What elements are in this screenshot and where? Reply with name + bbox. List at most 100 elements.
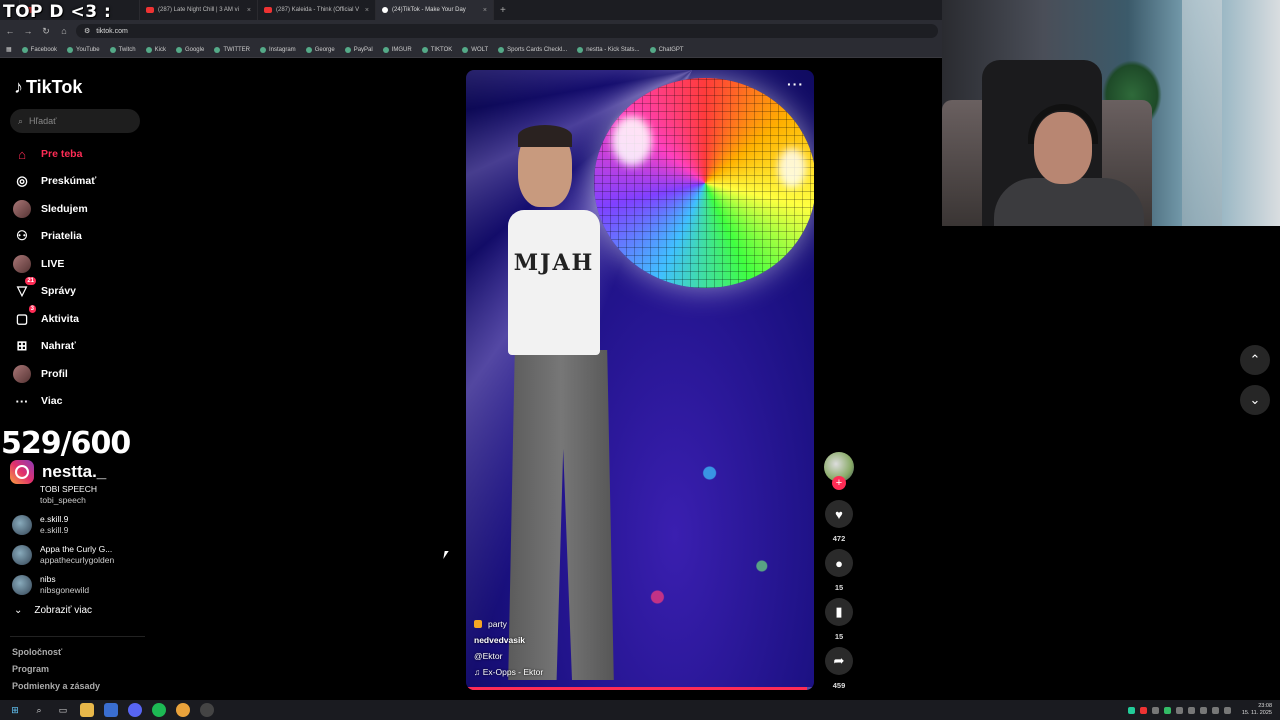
more-options-icon[interactable]: ··· (787, 76, 804, 92)
spotify-icon[interactable] (152, 703, 166, 717)
bookmark-label: TWITTER (223, 46, 250, 53)
footer-link[interactable]: Program (12, 664, 49, 674)
windows-start-icon[interactable]: ⊞ (8, 703, 22, 717)
url-field[interactable]: ⚙ tiktok.com (76, 24, 938, 38)
bookmarks-bar: ▦ Facebook YouTube Twitch Kick Google TWITTER… (0, 42, 942, 58)
activity-badge: 3 (28, 305, 36, 313)
screen: (287) Late Night Chill | 3 AM vi × (287) … (0, 0, 1280, 720)
nav-spravy[interactable]: ▽ 21 Správy (12, 277, 76, 301)
bookmark-item[interactable]: TWITTER (214, 46, 250, 53)
apps-icon[interactable]: ▦ (6, 46, 12, 53)
follow-plus-icon[interactable]: + (832, 476, 846, 490)
account-handle: tobi_speech (40, 495, 86, 505)
nav-pre-teba[interactable]: ⌂ Pre teba (12, 144, 82, 164)
bookmark-item[interactable]: Kick (145, 46, 166, 53)
next-video-button[interactable]: ⌄ (1240, 385, 1270, 415)
browser-tab-bar: (287) Late Night Chill | 3 AM vi × (287) … (0, 0, 942, 20)
video-mention[interactable]: @Ektor (474, 648, 543, 664)
bookmark-item[interactable]: Sports Cards Checkl... (498, 46, 567, 53)
nav-aktivita[interactable]: ▢ 3 Aktivita (12, 305, 79, 329)
back-icon[interactable]: ← (4, 25, 16, 37)
nav-label: Preskúmať (41, 175, 97, 187)
forward-icon[interactable]: → (22, 25, 34, 37)
tray-icon[interactable] (1139, 706, 1147, 714)
nav-profil[interactable]: Profil (12, 364, 68, 384)
following-account[interactable]: e.skill.9 e.skill.9 (12, 514, 68, 536)
chrome-icon[interactable] (176, 703, 190, 717)
bookmark-item[interactable]: YouTube (67, 46, 100, 53)
previous-video-button[interactable]: ⌃ (1240, 345, 1270, 375)
wifi-icon[interactable] (1211, 706, 1219, 714)
tab-label: (24)TikTok - Make Your Day (392, 7, 466, 13)
close-icon[interactable]: × (247, 7, 251, 14)
tray-icon[interactable] (1163, 706, 1171, 714)
nav-viac[interactable]: ··· Viac (12, 391, 63, 411)
like-button[interactable]: ♥ (825, 500, 853, 528)
clock[interactable]: 23:08 15. 11. 2025 (1242, 703, 1272, 717)
share-icon: ➦ (833, 653, 845, 668)
home-icon[interactable]: ⌂ (58, 25, 70, 37)
tab-late-night-chill[interactable]: (287) Late Night Chill | 3 AM vi × (140, 0, 258, 20)
new-tab-icon[interactable]: + (494, 5, 512, 16)
nav-nahrat[interactable]: ⊞ Nahrať (12, 336, 76, 356)
tray-icon[interactable] (1175, 706, 1183, 714)
bookmark-item[interactable]: Instagram (260, 46, 296, 53)
tray-icon[interactable] (1199, 706, 1207, 714)
save-button[interactable]: ▮ (825, 598, 853, 626)
search-input[interactable]: ⌕ Hľadať (10, 109, 140, 133)
video-sound[interactable]: ♫ Ex-Opps - Ektor (474, 664, 543, 680)
file-explorer-icon[interactable] (80, 703, 94, 717)
nav-sledujem[interactable]: Sledujem (12, 199, 88, 219)
tiktok-logo[interactable]: ♪ TikTok (14, 77, 82, 98)
store-icon[interactable] (104, 703, 118, 717)
tab-tiktok[interactable]: (24)TikTok - Make Your Day × (376, 0, 494, 20)
volume-icon[interactable] (1223, 706, 1231, 714)
obs-icon[interactable] (200, 703, 214, 717)
discord-icon[interactable] (128, 703, 142, 717)
bookmark-item[interactable]: Facebook (21, 46, 57, 53)
bookmark-item[interactable]: PayPal (344, 46, 373, 53)
tray-icon[interactable] (1187, 706, 1195, 714)
bookmark-item[interactable]: WOLT (462, 46, 488, 53)
following-account[interactable]: TOBI SPEECH tobi_speech (12, 484, 97, 506)
nav-preskumat[interactable]: ◎ Preskúmať (12, 171, 96, 191)
video-player[interactable]: MJAH ··· party nedvedvasik @Ektor ♫ Ex-O… (466, 70, 814, 690)
tray-icon[interactable] (1127, 706, 1135, 714)
bookmark-item[interactable]: IMGUR (382, 46, 412, 53)
video-author[interactable]: nedvedvasik (474, 632, 543, 648)
close-icon[interactable]: × (483, 7, 487, 14)
nav-label: Sledujem (41, 203, 88, 215)
following-account[interactable]: nibs nibsgonewild (12, 574, 89, 596)
tray-icon[interactable] (1151, 706, 1159, 714)
bookmark-item[interactable]: Google (175, 46, 204, 53)
bookmark-item[interactable]: ChatGPT (649, 46, 684, 53)
more-icon: ··· (15, 393, 29, 409)
search-icon[interactable]: ⌕ (32, 703, 46, 717)
heart-icon: ♥ (835, 506, 843, 522)
compass-icon: ◎ (16, 173, 28, 188)
tag-label: party (488, 619, 507, 629)
share-button[interactable]: ➦ (825, 647, 853, 675)
bookmark-item[interactable]: TIKTOK (421, 46, 452, 53)
music-icon: ♫ (474, 667, 483, 677)
comment-button[interactable]: ● (825, 549, 853, 577)
reload-icon[interactable]: ↻ (40, 25, 52, 37)
footer-link[interactable]: Spoločnosť (12, 647, 62, 657)
bookmark-item[interactable]: Twitch (109, 46, 136, 53)
video-tag[interactable]: party (474, 616, 543, 632)
site-info-icon[interactable]: ⚙ (84, 27, 90, 35)
video-progress-bar[interactable] (466, 687, 814, 690)
nav-priatelia[interactable]: ⚇ Priatelia (12, 226, 82, 246)
bookmark-item[interactable]: nestta - Kick Stats... (577, 46, 640, 53)
task-view-icon[interactable]: ▭ (56, 703, 70, 717)
following-account[interactable]: Appa the Curly G... appathecurlygolden (12, 544, 114, 566)
bookmark-item[interactable]: George (305, 46, 335, 53)
comment-icon: ● (835, 555, 843, 571)
footer-link[interactable]: Podmienky a zásady (12, 681, 100, 691)
account-name: nibs (40, 574, 56, 584)
close-icon[interactable]: × (365, 7, 369, 14)
account-handle: e.skill.9 (40, 525, 69, 535)
tab-kaleida[interactable]: (287) Kaleida - Think (Official V × (258, 0, 376, 20)
show-more-button[interactable]: ⌄ Zobraziť viac (14, 605, 92, 616)
nav-live[interactable]: LIVE (12, 254, 64, 274)
